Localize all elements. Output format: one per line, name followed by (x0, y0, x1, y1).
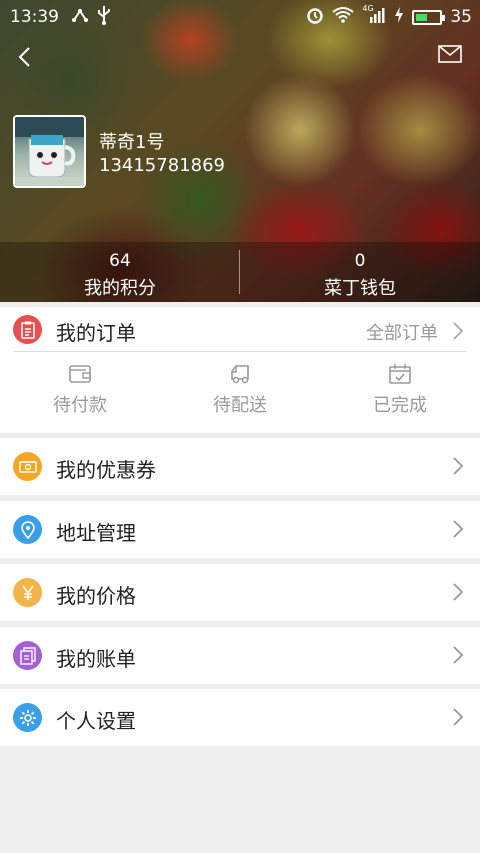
orders-card: 我的订单 全部订单 待付款 待配送 已完成 (0, 307, 480, 433)
battery-fill (416, 13, 428, 21)
stat-points-label: 我的积分 (84, 278, 156, 299)
wallet-icon (69, 365, 91, 383)
stat-wallet-label: 菜丁钱包 (324, 278, 396, 299)
coupon-icon (13, 452, 42, 481)
orders-title: 我的订单 (56, 321, 136, 345)
status-time: 13:39 (10, 7, 59, 27)
menu-item-label: 我的优惠券 (56, 458, 156, 482)
avatar[interactable] (13, 115, 86, 188)
order-state-pending-delivery[interactable]: 待配送 (160, 359, 320, 417)
stats-bar: 64 我的积分 0 菜丁钱包 (0, 242, 480, 302)
usb-share-icon (71, 6, 89, 28)
order-state-label: 待付款 (53, 395, 107, 416)
menu-item-settings[interactable]: 个人设置 (0, 689, 480, 746)
chevron-right-icon (453, 583, 464, 601)
orders-divider (13, 351, 467, 352)
chevron-right-icon (453, 457, 464, 475)
menu-item-bills[interactable]: 我的账单 (0, 627, 480, 684)
chevron-right-icon (453, 322, 464, 340)
avatar-image (15, 117, 84, 186)
messages-button[interactable] (438, 44, 466, 70)
stat-points[interactable]: 64 我的积分 (0, 242, 240, 302)
orders-header[interactable]: 我的订单 全部订单 (0, 307, 480, 351)
battery-icon (412, 9, 446, 25)
mail-icon (438, 45, 462, 63)
order-state-label: 已完成 (373, 395, 427, 416)
alarm-icon (306, 6, 324, 29)
chevron-right-icon (453, 520, 464, 538)
network-type: 4G (362, 3, 374, 13)
all-orders-link[interactable]: 全部订单 (366, 319, 438, 345)
calendar-check-icon (389, 364, 411, 384)
usb-icon (97, 5, 111, 29)
bill-icon (13, 641, 42, 670)
order-states: 待付款 待配送 已完成 (0, 359, 480, 417)
gear-icon (13, 703, 42, 732)
user-name: 蒂奇1号 (99, 132, 165, 153)
location-icon (13, 515, 42, 544)
stat-wallet-value: 0 (354, 251, 366, 271)
order-state-completed[interactable]: 已完成 (320, 359, 480, 417)
stat-points-value: 64 (109, 251, 131, 271)
chevron-left-icon (18, 47, 30, 67)
menu-item-label: 个人设置 (56, 709, 136, 733)
chevron-right-icon (453, 646, 464, 664)
status-bar: 13:39 4G 35 (0, 0, 480, 34)
menu-item-label: 地址管理 (56, 521, 136, 545)
stat-wallet[interactable]: 0 菜丁钱包 (240, 242, 480, 302)
order-state-pending-payment[interactable]: 待付款 (0, 359, 160, 417)
signal-icon: 4G (362, 3, 386, 29)
menu-item-prices[interactable]: 我的价格 (0, 564, 480, 621)
menu-item-address[interactable]: 地址管理 (0, 501, 480, 558)
menu-item-label: 我的账单 (56, 647, 136, 671)
battery-level: 35 (450, 7, 472, 27)
charging-icon (394, 6, 404, 29)
user-phone: 13415781869 (99, 155, 225, 176)
wifi-icon (332, 6, 354, 29)
menu-item-label: 我的价格 (56, 584, 136, 608)
truck-icon (231, 365, 249, 384)
menu-item-coupons[interactable]: 我的优惠券 (0, 438, 480, 495)
back-button[interactable] (10, 42, 40, 72)
yen-icon (13, 578, 42, 607)
chevron-right-icon (453, 708, 464, 726)
stats-divider (239, 250, 240, 294)
order-icon (13, 315, 42, 344)
order-state-label: 待配送 (213, 395, 267, 416)
